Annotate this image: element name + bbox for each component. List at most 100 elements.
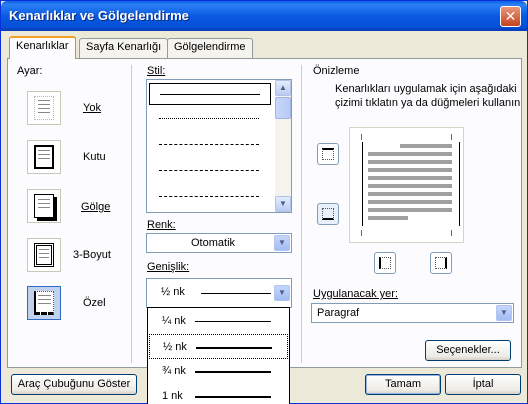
color-value: Otomatik (191, 237, 236, 249)
cancel-button[interactable]: İptal (445, 374, 521, 395)
color-combo[interactable]: Otomatik ▼ (146, 233, 292, 253)
width-option-line (195, 371, 271, 373)
preview-text-line (368, 176, 452, 180)
corner-mark (358, 230, 362, 236)
style-dash-dot-line[interactable] (159, 196, 259, 197)
bottom-border-button[interactable] (317, 203, 339, 225)
width-combo[interactable]: ½ nk ▼ (146, 278, 292, 308)
show-toolbar-label: Araç Çubuğunu Göster (17, 378, 131, 390)
width-value-line (201, 293, 271, 294)
style-dashed-line[interactable] (159, 144, 259, 145)
tab-shading-label: Gölgelendirme (174, 41, 246, 53)
preview-instructions-1: Kenarlıkları uygulamak için aşağıdaki (335, 83, 517, 95)
style-label: Stil: (147, 65, 166, 77)
width-value: ½ nk (161, 286, 185, 298)
divider-left (131, 65, 132, 363)
color-dropdown-button[interactable]: ▼ (274, 235, 290, 251)
preview-text-line (368, 208, 452, 212)
width-option[interactable]: 1 nk (149, 384, 288, 404)
dialog-window: Kenarlıklar ve Gölgelendirme ✕ Kenarlıkl… (0, 0, 528, 404)
style-list[interactable]: ▲ ▼ (146, 79, 292, 213)
cancel-button-label: İptal (472, 378, 494, 390)
width-dropdown-button[interactable]: ▼ (274, 285, 290, 301)
width-option-selected[interactable]: ½ nk (149, 334, 288, 359)
left-border-icon (379, 257, 391, 269)
preview-text-line (368, 192, 452, 196)
divider-right (301, 65, 302, 363)
style-solid-line (160, 94, 260, 95)
style-item-selected[interactable] (149, 83, 271, 105)
width-option-label: 1 nk (162, 390, 183, 402)
setting-none-icon[interactable] (27, 91, 61, 125)
ok-button[interactable]: Tamam (365, 374, 441, 395)
setting-box-icon[interactable] (27, 140, 61, 174)
setting-3d-label: 3-Boyut (73, 249, 111, 261)
close-button[interactable]: ✕ (500, 6, 521, 27)
tab-page-border-label: Sayfa Kenarlığı (86, 41, 162, 53)
options-button-label: Seçenekler... (436, 344, 500, 356)
setting-shadow-label: Gölge (81, 201, 111, 213)
width-option-line (195, 321, 271, 322)
style-long-dash-line[interactable] (159, 170, 259, 171)
show-toolbar-button[interactable]: Araç Çubuğunu Göster (11, 374, 137, 395)
apply-to-dropdown-button[interactable]: ▼ (496, 305, 512, 321)
scroll-down-button[interactable]: ▼ (275, 196, 291, 212)
preview-text-line (368, 160, 452, 164)
chevron-down-icon: ▼ (500, 308, 508, 317)
title-bar: Kenarlıklar ve Gölgelendirme ✕ (1, 1, 527, 31)
setting-3d-icon[interactable] (27, 238, 61, 272)
chevron-down-icon: ▼ (278, 238, 286, 247)
tab-shading[interactable]: Gölgelendirme (167, 38, 253, 58)
width-option[interactable]: ¾ nk (149, 359, 288, 384)
right-border-icon (435, 257, 447, 269)
setting-none-label: Yok (83, 102, 101, 114)
style-scrollbar[interactable]: ▲ ▼ (275, 80, 291, 212)
chevron-up-icon: ▲ (279, 83, 287, 92)
setting-shadow-icon[interactable] (27, 189, 61, 223)
preview-text-line (368, 152, 452, 156)
right-border-button[interactable] (430, 252, 452, 274)
corner-mark (451, 134, 455, 140)
width-option-label: ½ nk (163, 341, 187, 353)
top-border-button[interactable] (317, 143, 339, 165)
width-option-label: ¾ nk (162, 365, 186, 377)
left-border-button[interactable] (374, 252, 396, 274)
style-dotted-line[interactable] (159, 118, 259, 119)
width-dropdown-list[interactable]: ¼ nk ½ nk ¾ nk 1 nk (147, 307, 290, 404)
setting-custom-icon[interactable] (27, 286, 61, 320)
apply-to-label: Uygulanacak yer: (313, 288, 398, 300)
dialog-title: Kenarlıklar ve Gölgelendirme (9, 8, 189, 23)
setting-custom-label: Özel (83, 297, 106, 309)
close-icon: ✕ (504, 8, 517, 24)
width-label: Genişlik: (147, 261, 190, 273)
scroll-thumb[interactable] (275, 97, 291, 119)
width-option[interactable]: ¼ nk (149, 309, 288, 334)
apply-to-combo[interactable]: Paragraf ▼ (311, 303, 514, 323)
width-option-line (195, 396, 271, 398)
tab-borders-label: Kenarlıklar (16, 40, 69, 52)
corner-mark (451, 230, 455, 236)
chevron-down-icon: ▼ (279, 199, 287, 208)
tab-page-border[interactable]: Sayfa Kenarlığı (79, 38, 169, 58)
preview-text-line (368, 168, 452, 172)
preview-text-line (400, 144, 452, 148)
corner-mark (358, 134, 362, 140)
apply-to-value: Paragraf (317, 307, 360, 319)
preview-text-line (368, 200, 452, 204)
bottom-border-icon (322, 208, 334, 220)
ok-button-label: Tamam (384, 378, 422, 390)
preview-instructions-2: çizimi tıklatın ya da düğmeleri kullanın (335, 97, 521, 109)
preview-right-border (459, 142, 460, 226)
scroll-up-button[interactable]: ▲ (275, 80, 291, 96)
setting-header: Ayar: (17, 65, 43, 77)
options-button[interactable]: Seçenekler... (425, 340, 511, 361)
preview-text-line (368, 184, 452, 188)
preview-left-border (362, 142, 363, 226)
chevron-down-icon: ▼ (278, 288, 286, 297)
tab-borders[interactable]: Kenarlıklar (9, 36, 76, 59)
preview-area[interactable] (349, 127, 464, 243)
top-border-icon (322, 148, 334, 160)
width-option-line (196, 347, 272, 349)
color-label: Renk: (147, 219, 176, 231)
preview-text-line (368, 216, 408, 220)
